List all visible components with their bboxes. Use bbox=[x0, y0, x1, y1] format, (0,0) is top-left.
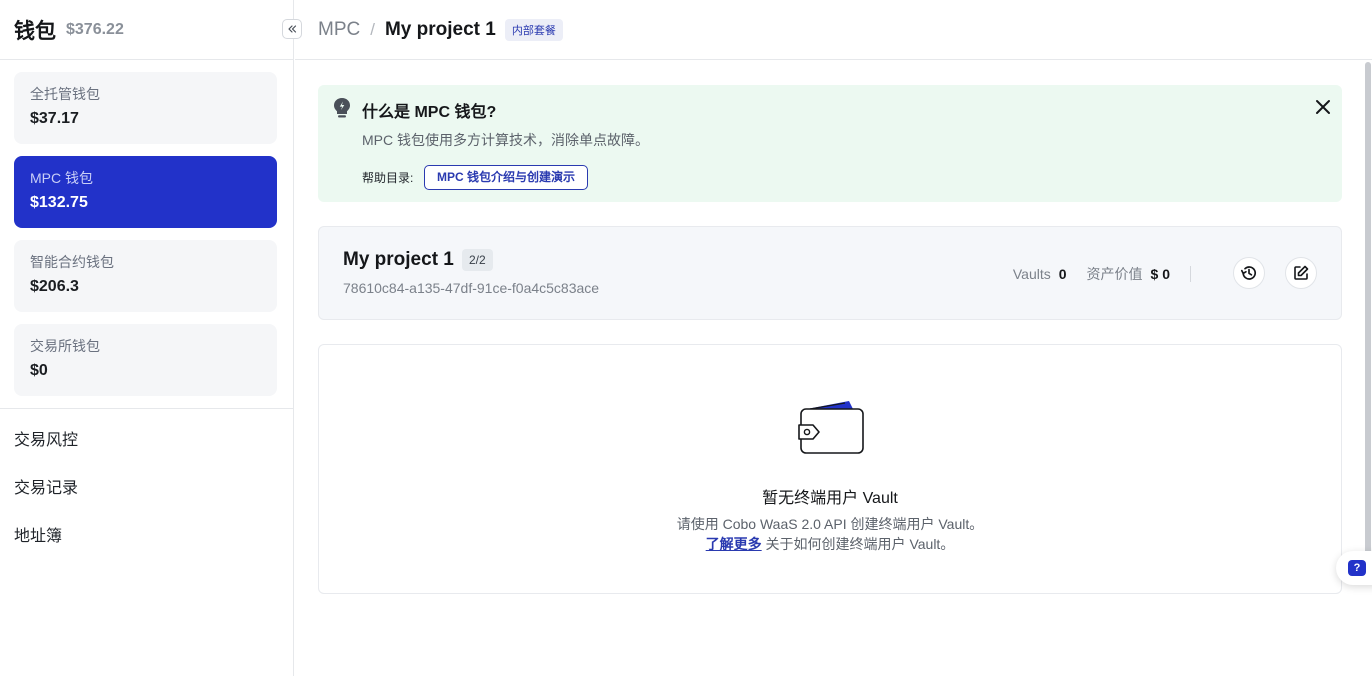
wallet-list: 全托管钱包 $37.17 MPC 钱包 $132.75 智能合约钱包 $206.… bbox=[0, 60, 293, 396]
nav-item-risk-control[interactable]: 交易风控 bbox=[0, 417, 293, 465]
wallet-value: $206.3 bbox=[30, 278, 79, 295]
wallet-name: 智能合约钱包 bbox=[30, 254, 114, 270]
nav-item-transactions[interactable]: 交易记录 bbox=[0, 465, 293, 513]
top-bar: MPC / My project 1 内部套餐 bbox=[295, 0, 1372, 60]
bulb-icon bbox=[334, 98, 350, 118]
wallet-card-smart-contract[interactable]: 智能合约钱包 $206.3 bbox=[14, 240, 277, 312]
main-content: 什么是 MPC 钱包? MPC 钱包使用多方计算技术，消除单点故障。 帮助目录:… bbox=[295, 61, 1372, 676]
info-banner: 什么是 MPC 钱包? MPC 钱包使用多方计算技术，消除单点故障。 帮助目录:… bbox=[318, 85, 1342, 202]
breadcrumb-root[interactable]: MPC bbox=[318, 19, 360, 41]
project-stats: Vaults 0 资产价值 $ 0 bbox=[1013, 264, 1191, 284]
help-icon: ? bbox=[1348, 560, 1366, 576]
vaults-value: 0 bbox=[1058, 266, 1067, 282]
sidebar-nav: 交易风控 交易记录 地址簿 bbox=[0, 409, 293, 561]
banner-title: 什么是 MPC 钱包? bbox=[362, 104, 497, 121]
wallet-card-exchange[interactable]: 交易所钱包 $0 bbox=[14, 324, 277, 396]
wallet-name: 全托管钱包 bbox=[30, 86, 100, 102]
help-link-button[interactable]: MPC 钱包介绍与创建演示 bbox=[424, 165, 589, 190]
banner-help-label: 帮助目录: bbox=[362, 171, 414, 185]
sidebar-title: 钱包 bbox=[14, 19, 56, 43]
empty-learn-more-row: 了解更多 关于如何创建终端用户 Vault。 bbox=[319, 534, 1341, 554]
close-icon[interactable] bbox=[1314, 98, 1332, 116]
vaults-label: Vaults bbox=[1012, 266, 1051, 282]
sidebar-total-balance: $376.22 bbox=[66, 20, 124, 38]
project-id: 78610c84-a135-47df-91ce-f0a4c5c83ace bbox=[343, 280, 600, 296]
wallet-value: $0 bbox=[30, 362, 48, 379]
sidebar: 钱包 $376.22 全托管钱包 $37.17 MPC 钱包 $132.75 智… bbox=[0, 0, 302, 676]
empty-state: 暂无终端用户 Vault 请使用 Cobo WaaS 2.0 API 创建终端用… bbox=[318, 344, 1342, 594]
learn-more-link[interactable]: 了解更多 bbox=[706, 536, 762, 552]
empty-title: 暂无终端用户 Vault bbox=[762, 490, 898, 507]
history-button[interactable] bbox=[1233, 257, 1265, 289]
wallet-name: 交易所钱包 bbox=[30, 338, 100, 354]
collapse-sidebar-button[interactable] bbox=[282, 19, 302, 39]
nav-item-address-book[interactable]: 地址簿 bbox=[0, 513, 293, 561]
banner-description: MPC 钱包使用多方计算技术，消除单点故障。 bbox=[362, 132, 649, 148]
help-chat-button[interactable]: ? bbox=[1336, 551, 1372, 585]
breadcrumb-current: My project 1 bbox=[384, 18, 496, 40]
wallet-name: MPC 钱包 bbox=[30, 170, 93, 186]
plan-badge: 内部套餐 bbox=[504, 18, 563, 41]
scrollbar[interactable] bbox=[1365, 62, 1371, 562]
asset-value: $ 0 bbox=[1150, 266, 1170, 282]
wallet-value: $132.75 bbox=[30, 194, 88, 211]
project-signer-count: 2/2 bbox=[462, 249, 493, 271]
wallet-card-mpc[interactable]: MPC 钱包 $132.75 bbox=[14, 156, 277, 228]
collapse-icon bbox=[288, 25, 297, 33]
stats-divider bbox=[1190, 266, 1191, 282]
wallet-card-custodial[interactable]: 全托管钱包 $37.17 bbox=[14, 72, 277, 144]
breadcrumb-separator: / bbox=[370, 19, 375, 39]
wallet-value: $37.17 bbox=[30, 110, 79, 127]
edit-button[interactable] bbox=[1285, 257, 1317, 289]
sidebar-header: 钱包 $376.22 bbox=[0, 0, 302, 60]
learn-more-suffix: 关于如何创建终端用户 Vault。 bbox=[761, 536, 955, 552]
empty-description: 请使用 Cobo WaaS 2.0 API 创建终端用户 Vault。 bbox=[676, 516, 984, 532]
project-name: My project 1 bbox=[343, 249, 454, 270]
history-icon bbox=[1240, 266, 1257, 280]
project-card: My project 1 2/2 78610c84-a135-47df-91ce… bbox=[318, 226, 1342, 320]
asset-label: 资产价值 bbox=[1086, 266, 1143, 282]
edit-icon bbox=[1294, 265, 1309, 280]
wallet-illustration bbox=[798, 401, 864, 454]
